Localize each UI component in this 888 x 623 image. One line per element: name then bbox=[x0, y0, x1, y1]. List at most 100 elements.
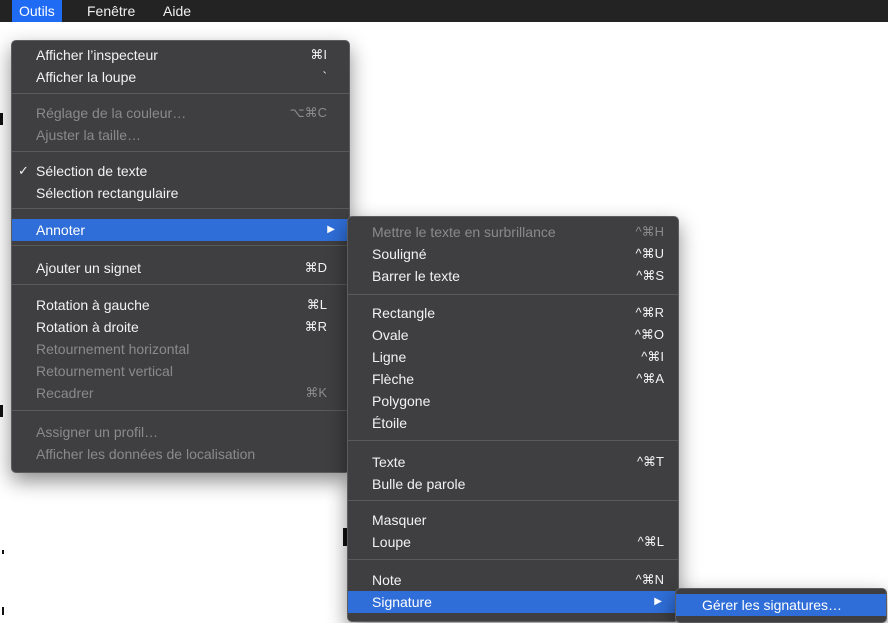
menu-item-ajouter-un-signet[interactable]: Ajouter un signet ⌘D bbox=[12, 257, 349, 279]
menu-item-label: Sélection de texte bbox=[36, 163, 148, 179]
menu-item-signature[interactable]: Signature ▶ bbox=[348, 591, 678, 613]
menu-item-gerer-les-signatures[interactable]: Gérer les signatures… bbox=[676, 594, 886, 616]
shortcut-label: ⌥⌘C bbox=[289, 105, 327, 120]
shortcut-label: ^⌘L bbox=[637, 534, 664, 549]
menu-item-souligne[interactable]: Souligné ^⌘U bbox=[348, 243, 678, 265]
menu-separator bbox=[12, 245, 349, 246]
checkmark-icon: ✓ bbox=[18, 163, 29, 178]
menu-item-label: Réglage de la couleur… bbox=[36, 105, 187, 121]
menu-item-label: Texte bbox=[372, 454, 406, 470]
menu-item-label: Sélection rectangulaire bbox=[36, 185, 179, 201]
menu-item-ovale[interactable]: Ovale ^⌘O bbox=[348, 324, 678, 346]
menu-item-label: Barrer le texte bbox=[372, 268, 460, 284]
menu-item-label: Afficher la loupe bbox=[36, 69, 137, 85]
menu-item-fleche[interactable]: Flèche ^⌘A bbox=[348, 368, 678, 390]
menu-separator bbox=[348, 440, 678, 441]
menu-item-label: Polygone bbox=[372, 393, 431, 409]
menu-item-rotation-a-droite[interactable]: Rotation à droite ⌘R bbox=[12, 316, 349, 338]
menu-separator bbox=[348, 559, 678, 560]
submenu-arrow-icon: ▶ bbox=[327, 224, 335, 235]
submenu-arrow-icon: ▶ bbox=[654, 596, 662, 607]
menu-item-annoter[interactable]: Annoter ▶ bbox=[12, 219, 349, 241]
annoter-menu: Mettre le texte en surbrillance ^⌘H Soulig… bbox=[347, 216, 679, 622]
menu-item-label: Gérer les signatures… bbox=[702, 597, 843, 613]
menu-bar: Outils Fenêtre Aide bbox=[0, 0, 888, 22]
menu-item-bulle-de-parole[interactable]: Bulle de parole bbox=[348, 473, 678, 495]
menu-item-reglage-de-la-couleur: Réglage de la couleur… ⌥⌘C bbox=[12, 102, 349, 124]
menu-item-note[interactable]: Note ^⌘N bbox=[348, 569, 678, 591]
menu-item-ligne[interactable]: Ligne ^⌘I bbox=[348, 346, 678, 368]
menu-item-selection-de-texte[interactable]: ✓ Sélection de texte bbox=[12, 160, 349, 182]
menu-item-label: Afficher les données de localisation bbox=[36, 446, 256, 462]
menu-item-label: Assigner un profil… bbox=[36, 424, 159, 440]
menubar-fenetre[interactable]: Fenêtre bbox=[80, 0, 142, 22]
menu-item-label: Retournement horizontal bbox=[36, 341, 190, 357]
menu-item-label: Rotation à droite bbox=[36, 319, 139, 335]
menu-separator bbox=[12, 151, 349, 152]
shortcut-label: ^⌘S bbox=[636, 268, 664, 283]
shortcut-label: ^⌘A bbox=[636, 371, 664, 386]
menu-item-barrer-le-texte[interactable]: Barrer le texte ^⌘S bbox=[348, 265, 678, 287]
menu-item-rectangle[interactable]: Rectangle ^⌘R bbox=[348, 302, 678, 324]
menu-item-label: Mettre le texte en surbrillance bbox=[372, 224, 556, 240]
shortcut-label: ^⌘U bbox=[635, 246, 665, 261]
menu-separator bbox=[12, 208, 349, 209]
menu-item-retournement-horizontal: Retournement horizontal bbox=[12, 338, 349, 360]
menubar-outils[interactable]: Outils bbox=[12, 0, 62, 22]
outils-menu: Afficher l’inspecteur ⌘I Afficher la loupe… bbox=[11, 40, 350, 473]
menu-item-etoile[interactable]: Étoile bbox=[348, 412, 678, 434]
menu-item-afficher-les-donnees-de-localisation: Afficher les données de localisation bbox=[12, 443, 349, 465]
menu-item-label: Ajouter un signet bbox=[36, 260, 142, 276]
menu-item-loupe[interactable]: Loupe ^⌘L bbox=[348, 531, 678, 553]
menu-separator bbox=[12, 93, 349, 94]
menu-item-mettre-le-texte-en-surbrillance: Mettre le texte en surbrillance ^⌘H bbox=[348, 221, 678, 243]
document-text-fragment bbox=[0, 113, 3, 125]
menu-item-label: Ovale bbox=[372, 327, 409, 343]
menubar-aide[interactable]: Aide bbox=[156, 0, 198, 22]
menu-item-label: Loupe bbox=[372, 534, 411, 550]
shortcut-label: ^⌘R bbox=[635, 305, 665, 320]
document-text-fragment bbox=[2, 607, 4, 615]
menu-item-label: Rectangle bbox=[372, 305, 436, 321]
shortcut-label: ` bbox=[322, 69, 327, 84]
menu-item-label: Afficher l’inspecteur bbox=[36, 47, 158, 63]
menu-item-label: Masquer bbox=[372, 512, 427, 528]
shortcut-label: ⌘I bbox=[310, 47, 327, 62]
shortcut-label: ^⌘T bbox=[636, 454, 664, 469]
shortcut-label: ^⌘H bbox=[635, 224, 665, 239]
menu-item-ajuster-la-taille: Ajuster la taille… bbox=[12, 124, 349, 146]
menu-item-label: Signature bbox=[372, 594, 432, 610]
menu-item-label: Note bbox=[372, 572, 402, 588]
menu-item-label: Recadrer bbox=[36, 385, 94, 401]
document-text-fragment bbox=[2, 550, 4, 554]
menu-item-label: Bulle de parole bbox=[372, 476, 466, 492]
menu-item-retournement-vertical: Retournement vertical bbox=[12, 360, 349, 382]
signature-submenu: Gérer les signatures… bbox=[675, 588, 887, 623]
menu-item-label: Souligné bbox=[372, 246, 427, 262]
menu-separator bbox=[348, 294, 678, 295]
menu-item-recadrer: Recadrer ⌘K bbox=[12, 382, 349, 404]
menu-item-selection-rectangulaire[interactable]: Sélection rectangulaire bbox=[12, 182, 349, 204]
menu-item-afficher-la-loupe[interactable]: Afficher la loupe ` bbox=[12, 66, 349, 88]
menu-separator bbox=[12, 410, 349, 411]
shortcut-label: ^⌘N bbox=[635, 572, 665, 587]
menu-item-masquer[interactable]: Masquer bbox=[348, 509, 678, 531]
menu-item-polygone[interactable]: Polygone bbox=[348, 390, 678, 412]
shortcut-label: ⌘D bbox=[304, 260, 327, 275]
menu-item-texte[interactable]: Texte ^⌘T bbox=[348, 451, 678, 473]
shortcut-label: ^⌘I bbox=[641, 349, 664, 364]
menu-item-rotation-a-gauche[interactable]: Rotation à gauche ⌘L bbox=[12, 294, 349, 316]
menu-separator bbox=[348, 500, 678, 501]
menu-item-label: Flèche bbox=[372, 371, 415, 387]
shortcut-label: ^⌘O bbox=[634, 327, 664, 342]
menu-item-assigner-un-profil: Assigner un profil… bbox=[12, 421, 349, 443]
menu-item-afficher-l-inspecteur[interactable]: Afficher l’inspecteur ⌘I bbox=[12, 44, 349, 66]
document-text-fragment bbox=[0, 405, 3, 417]
menu-item-label: Retournement vertical bbox=[36, 363, 173, 379]
shortcut-label: ⌘L bbox=[306, 297, 327, 312]
menu-item-label: Rotation à gauche bbox=[36, 297, 150, 313]
shortcut-label: ⌘K bbox=[305, 385, 327, 400]
menu-item-label: Annoter bbox=[36, 222, 86, 238]
menu-item-label: Ligne bbox=[372, 349, 407, 365]
menu-item-label: Étoile bbox=[372, 415, 408, 431]
